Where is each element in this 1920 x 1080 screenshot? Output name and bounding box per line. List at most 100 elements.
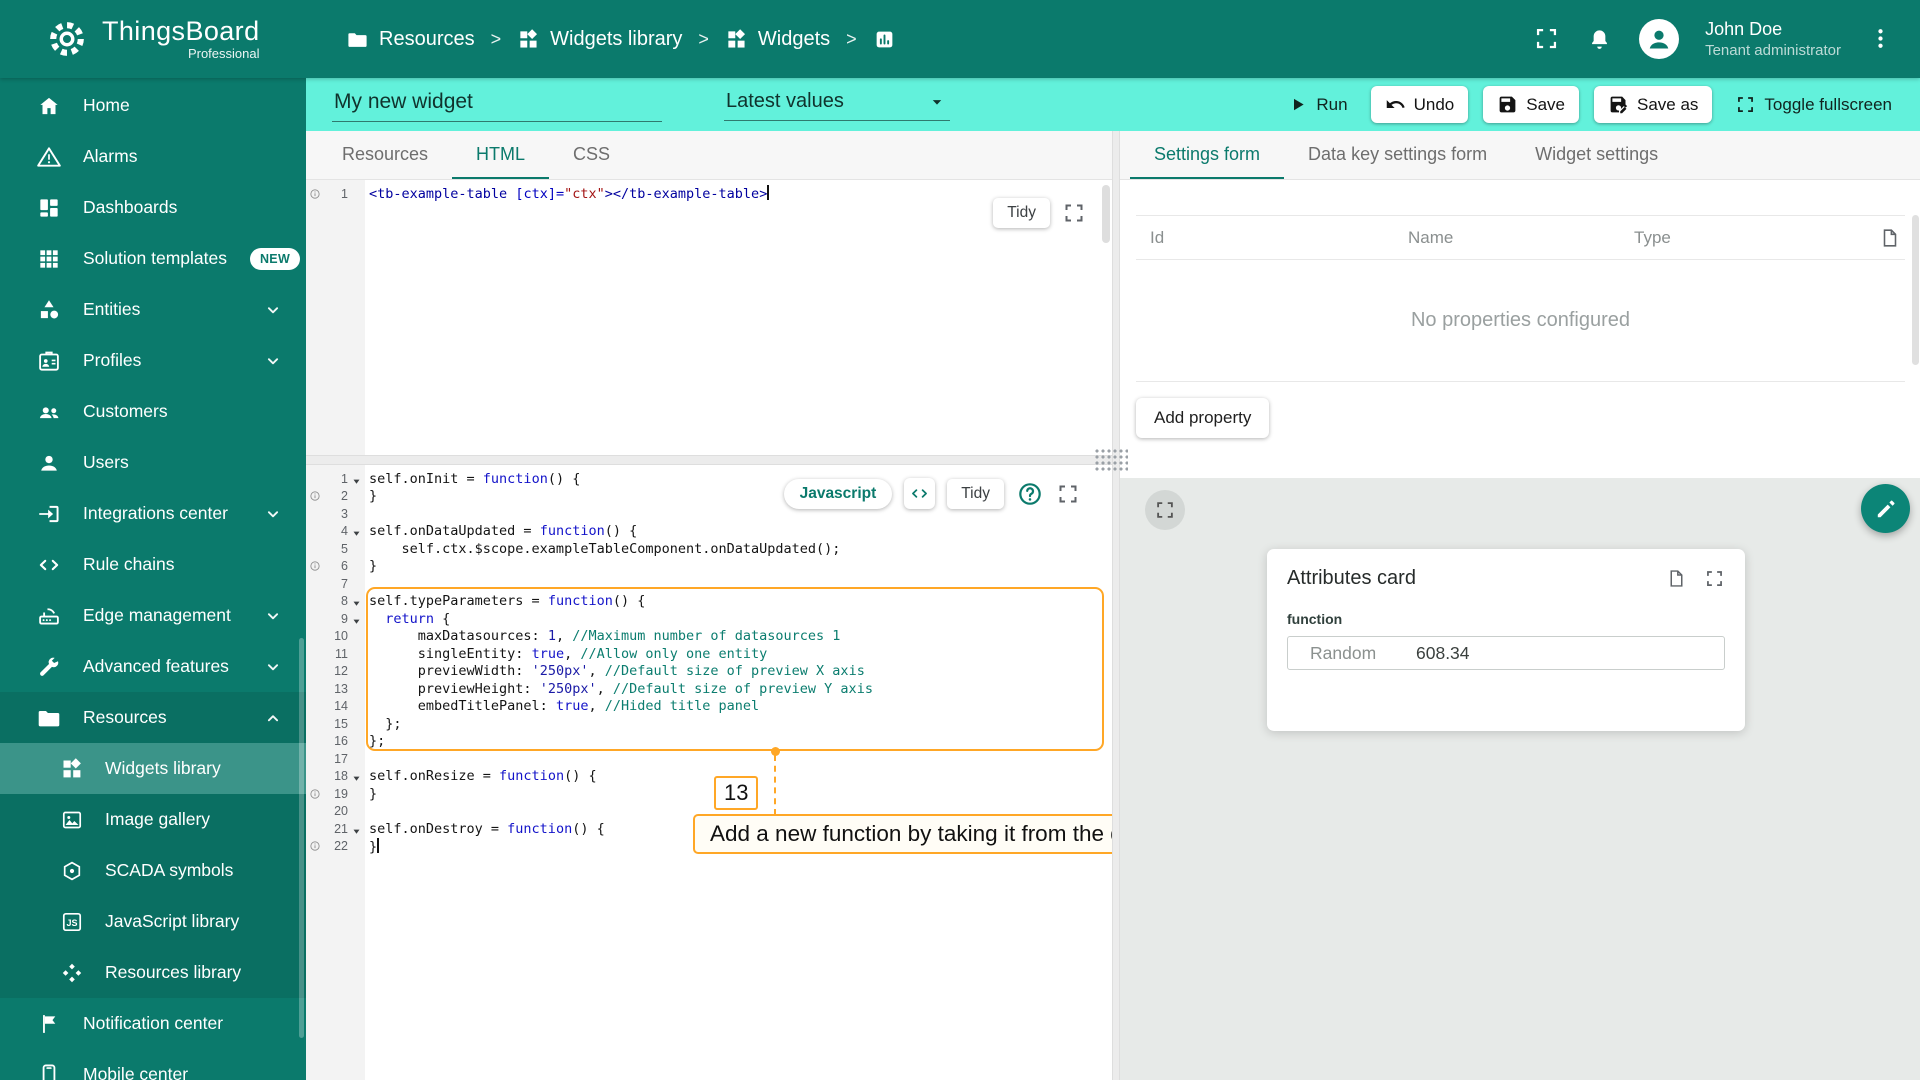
widgets-icon	[517, 28, 540, 51]
sidebar-item-advanced-features[interactable]: Advanced features	[0, 641, 306, 692]
sidebar-item-resources-library[interactable]: Resources library	[0, 947, 306, 998]
fold-caret-icon[interactable]	[351, 825, 362, 836]
attribute-value: 608.34	[1416, 642, 1470, 663]
breadcrumb-label: Resources	[379, 27, 475, 50]
user-name: John Doe	[1705, 18, 1783, 39]
save-as-button[interactable]: Save as	[1593, 86, 1713, 123]
sidebar-item-solution-templates[interactable]: Solution templates NEW	[0, 233, 306, 284]
tidy-button[interactable]: Tidy	[993, 198, 1050, 228]
tidy-button[interactable]: Tidy	[947, 478, 1004, 509]
fold-caret-icon[interactable]	[351, 597, 362, 608]
fullscreen-icon[interactable]	[1062, 201, 1086, 225]
sidebar-item-mobile-center[interactable]: Mobile center	[0, 1049, 306, 1080]
dropdown-arrow-icon	[926, 91, 948, 113]
code-line-7: 7	[306, 575, 1112, 593]
sidebar-item-notification-center[interactable]: Notification center	[0, 998, 306, 1049]
toggle-fullscreen-button[interactable]: Toggle fullscreen	[1727, 86, 1900, 123]
step-number-badge: 13	[714, 776, 759, 810]
info-icon	[309, 840, 321, 852]
widget-type-select[interactable]: Latest values	[724, 88, 950, 121]
info-icon	[309, 788, 321, 800]
edit-widget-fab[interactable]	[1861, 484, 1910, 533]
html-editor-scrollbar[interactable]	[1102, 185, 1110, 243]
sidebar-item-widgets-library[interactable]: Widgets library	[0, 743, 306, 794]
svg-text:JS: JS	[66, 917, 77, 927]
widget-type-value: Latest values	[726, 90, 844, 112]
code-line-13: 13 previewHeight: '250px', //Default siz…	[306, 680, 1112, 698]
sidebar-item-rule-chains[interactable]: Rule chains	[0, 539, 306, 590]
sidebar-item-integrations-center[interactable]: Integrations center	[0, 488, 306, 539]
fullscreen-icon[interactable]	[1704, 568, 1725, 589]
more-menu-icon[interactable]	[1867, 25, 1894, 52]
tab-html[interactable]: HTML	[452, 131, 550, 179]
save-button[interactable]: Save	[1483, 86, 1579, 123]
preview-fullscreen-button[interactable]	[1145, 490, 1185, 530]
html-code-editor[interactable]: 1 <tb-example-table [ctx]="ctx"></tb-exam…	[306, 180, 1112, 455]
tab-resources[interactable]: Resources	[318, 131, 452, 179]
horizontal-splitter[interactable]	[306, 455, 1112, 465]
run-button[interactable]: Run	[1279, 86, 1355, 123]
breadcrumb-item-item[interactable]	[873, 28, 896, 51]
pencil-icon	[1874, 497, 1898, 521]
line-number: 6	[341, 559, 348, 574]
sidebar-item-resources[interactable]: Resources	[0, 692, 306, 743]
sidebar-item-scada-symbols[interactable]: SCADA symbols	[0, 845, 306, 896]
vertical-splitter[interactable]	[1112, 131, 1120, 1080]
help-icon[interactable]	[1016, 480, 1044, 508]
toolbar-actions: Run Undo Save Save as Toggle fullscreen	[1279, 86, 1920, 123]
breadcrumb-separator: >	[846, 28, 857, 49]
code-line-5: 5 self.ctx.$scope.exampleTableComponent.…	[306, 540, 1112, 558]
fullscreen-icon[interactable]	[1056, 482, 1080, 506]
language-chip[interactable]: Javascript	[783, 478, 893, 509]
notifications-bell-icon[interactable]	[1586, 25, 1613, 52]
splitter-grip[interactable]	[1094, 448, 1128, 472]
fullscreen-icon[interactable]	[1533, 25, 1560, 52]
sidebar-item-home[interactable]: Home	[0, 80, 306, 131]
sidebar-item-users[interactable]: Users	[0, 437, 306, 488]
folder-icon	[36, 705, 62, 731]
settings-scrollbar[interactable]	[1912, 215, 1919, 365]
file-icon[interactable]	[1666, 568, 1687, 589]
widgets-icon	[725, 28, 748, 51]
fold-caret-icon[interactable]	[351, 615, 362, 626]
sidebar-item-dashboards[interactable]: Dashboards	[0, 182, 306, 233]
fold-caret-icon[interactable]	[351, 475, 362, 486]
sidebar-item-javascript-library[interactable]: JS JavaScript library	[0, 896, 306, 947]
widget-name-input[interactable]: My new widget	[332, 88, 662, 122]
line-number: 13	[334, 681, 348, 696]
attribute-row: Random 608.34	[1287, 636, 1725, 670]
line-number: 4	[341, 524, 348, 539]
fold-caret-icon[interactable]	[351, 527, 362, 538]
sidebar-item-entities[interactable]: Entities	[0, 284, 306, 335]
breadcrumb-item-resources[interactable]: Resources	[346, 28, 475, 51]
line-number: 22	[334, 839, 348, 854]
breadcrumb-item-widgets-library[interactable]: Widgets library	[517, 28, 682, 51]
sidebar-item-customers[interactable]: Customers	[0, 386, 306, 437]
sidebar-item-profiles[interactable]: Profiles	[0, 335, 306, 386]
tab-settings-form[interactable]: Settings form	[1130, 131, 1285, 179]
breadcrumb-item-widgets[interactable]: Widgets	[725, 28, 830, 51]
tab-css[interactable]: CSS	[549, 131, 634, 179]
line-number: 14	[334, 699, 348, 714]
input-icon	[36, 501, 62, 527]
sidebar-item-edge-management[interactable]: Edge management	[0, 590, 306, 641]
file-icon[interactable]	[1879, 227, 1901, 249]
sidebar-item-alarms[interactable]: Alarms	[0, 131, 306, 182]
undo-button[interactable]: Undo	[1370, 86, 1469, 123]
add-property-button[interactable]: Add property	[1136, 398, 1270, 438]
tab-widget-settings[interactable]: Widget settings	[1511, 131, 1682, 179]
sidebar-item-image-gallery[interactable]: Image gallery	[0, 794, 306, 845]
app-logo[interactable]: ThingsBoard Professional	[0, 16, 306, 62]
code-line-16: 16};	[306, 733, 1112, 751]
new-badge: NEW	[249, 247, 301, 270]
js-code-editor[interactable]: 1 self.onInit = function() {2} 3 4 self.onDa…	[306, 465, 1112, 1080]
play-icon	[1287, 94, 1308, 115]
fold-caret-icon[interactable]	[351, 772, 362, 783]
code-snippets-button[interactable]	[904, 478, 936, 509]
avatar[interactable]	[1639, 18, 1680, 59]
code-line-17: 17	[306, 750, 1112, 768]
properties-table-header: Id Name Type	[1136, 215, 1905, 260]
info-icon	[309, 560, 321, 572]
sidebar-item-label: SCADA symbols	[105, 860, 234, 880]
tab-data-key-settings-form[interactable]: Data key settings form	[1284, 131, 1511, 179]
